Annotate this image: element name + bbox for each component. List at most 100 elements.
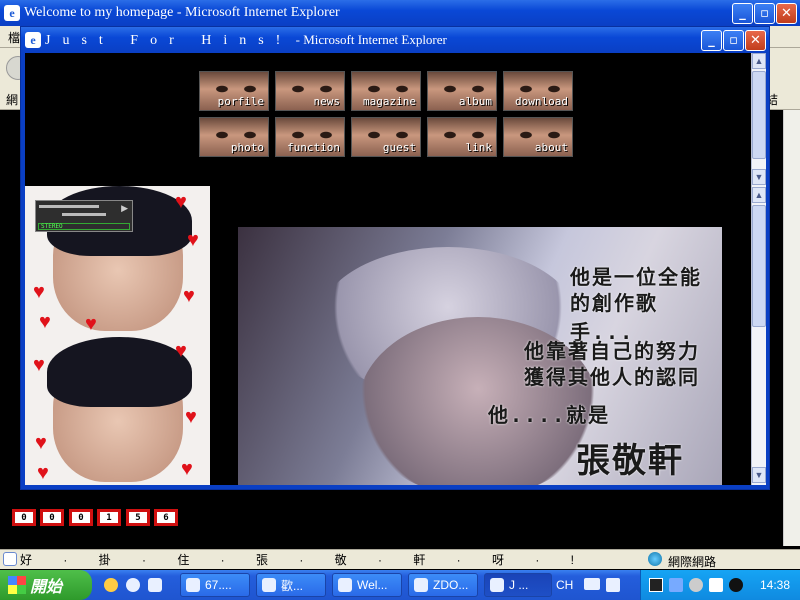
taskbar-item-label: 歡...	[281, 578, 304, 593]
windows-logo-icon	[8, 576, 26, 594]
clock[interactable]: 14:38	[760, 578, 790, 592]
outer-scrollbar[interactable]	[783, 110, 800, 546]
nav-function-button[interactable]: function	[275, 117, 345, 157]
counter-digit: 6	[154, 509, 178, 526]
popup-title-suffix: - Microsoft Internet Explorer	[292, 31, 447, 47]
scroll-down-button[interactable]: ▼	[752, 467, 766, 483]
taskbar-item-3[interactable]: Wel...	[332, 573, 402, 597]
taskbar-item-label: ZDO...	[433, 578, 469, 592]
keyboard-icon[interactable]	[584, 578, 600, 590]
counter-digit: 0	[40, 509, 64, 526]
address-label-stub: 網	[6, 93, 19, 107]
banner-name: 張敬軒	[576, 441, 684, 481]
popup-content: porfile news magazine album download pho…	[25, 53, 754, 485]
tray-icon[interactable]	[649, 578, 663, 592]
calendar-icon[interactable]	[709, 578, 723, 592]
quicklaunch-media-icon[interactable]	[104, 578, 118, 592]
player-stereo-label: STEREO	[38, 223, 130, 230]
hero-banner: 他是一位全能 的創作歌手... 他靠著自己的努力 獲得其他人的認同 他....就…	[238, 227, 722, 485]
nav-link-button[interactable]: link	[427, 117, 497, 157]
outer-window-title: Welcome to my homepage - Microsoft Inter…	[24, 5, 340, 20]
network-icon[interactable]	[669, 578, 683, 592]
taskbar-item-1[interactable]: 67....	[180, 573, 250, 597]
popup-scrollbar[interactable]: ▲ ▼ ▲ ▼	[751, 53, 766, 485]
language-indicator[interactable]: CH	[556, 578, 573, 592]
media-player[interactable]: ▶ STEREO	[35, 200, 133, 232]
banner-line-5: 他....就是	[488, 403, 611, 427]
scroll-thumb[interactable]	[752, 205, 766, 327]
heart-icon: ♥	[181, 458, 193, 480]
close-button[interactable]: ✕	[776, 3, 797, 24]
nav-photo-button[interactable]: photo	[199, 117, 269, 157]
nav-guest-button[interactable]: guest	[351, 117, 421, 157]
heart-icon: ♥	[33, 281, 45, 303]
taskbar-item-label: Wel...	[357, 578, 388, 592]
start-button[interactable]: 開始	[0, 570, 92, 600]
window-icon	[262, 578, 276, 592]
nav-album-button[interactable]: album	[427, 71, 497, 111]
menu-file-stub[interactable]: 檔	[8, 29, 20, 46]
heart-icon: ♥	[175, 191, 187, 213]
statusbar: 好 · 掛 · 住 · 張 · 敬 · 軒 · 呀 · ! 網際網路	[0, 549, 800, 569]
taskbar-item-5[interactable]: J ...	[484, 573, 552, 597]
photo-top: ♥ ♥ ♥ ♥ ♥ ♥ ▶ STEREO	[25, 186, 210, 337]
minimize-button[interactable]: _	[732, 3, 753, 24]
scroll-down-button[interactable]: ▼	[752, 169, 766, 185]
pen-icon[interactable]	[606, 578, 620, 592]
status-text: 好 · 掛 · 住 · 張 · 敬 · 軒 · 呀 · !	[20, 553, 588, 567]
popup-maximize-button[interactable]: ▫	[723, 30, 744, 51]
quicklaunch-desktop-icon[interactable]	[148, 578, 162, 592]
heart-icon: ♥	[85, 313, 97, 335]
counter-digit: 5	[126, 509, 150, 526]
system-tray: 14:38	[640, 570, 800, 600]
window-icon	[414, 578, 428, 592]
heart-icon: ♥	[185, 406, 197, 428]
popup-window: e Just For Hins! - Microsoft Internet Ex…	[20, 26, 770, 490]
counter-digit: 1	[97, 509, 121, 526]
popup-close-button[interactable]: ✕	[745, 30, 766, 51]
heart-icon: ♥	[187, 229, 199, 251]
volume-icon[interactable]	[689, 578, 703, 592]
nav-profile-button[interactable]: porfile	[199, 71, 269, 111]
popup-titlebar[interactable]: e Just For Hins! - Microsoft Internet Ex…	[21, 27, 769, 53]
scroll-up-button[interactable]: ▲	[752, 187, 766, 203]
banner-line-3: 他靠著自己的努力	[524, 339, 700, 363]
player-play-icon[interactable]: ▶	[121, 203, 128, 214]
taskbar-item-2[interactable]: 歡...	[256, 573, 326, 597]
counter-digit: 0	[12, 509, 36, 526]
heart-icon: ♥	[35, 432, 47, 454]
heart-icon: ♥	[37, 462, 49, 484]
zone-label: 網際網路	[668, 555, 717, 569]
taskbar-item-label: 67....	[205, 578, 232, 592]
nav-magazine-button[interactable]: magazine	[351, 71, 421, 111]
outer-window-titlebar[interactable]: e Welcome to my homepage - Microsoft Int…	[0, 0, 800, 26]
player-seek-bar[interactable]	[39, 205, 99, 208]
nav-news-button[interactable]: news	[275, 71, 345, 111]
ie-icon: e	[25, 32, 41, 48]
banner-line-1: 他是一位全能	[570, 265, 702, 289]
banner-line-4: 獲得其他人的認同	[524, 365, 700, 389]
quicklaunch-ie-icon[interactable]	[126, 578, 140, 592]
popup-title-main: Just For Hins!	[45, 32, 293, 48]
taskbar: 開始 67.... 歡... Wel... ZDO... J ... CH 14…	[0, 570, 800, 600]
taskbar-item-label: J ...	[509, 578, 529, 592]
window-icon	[338, 578, 352, 592]
heart-icon: ♥	[39, 311, 51, 333]
heart-icon: ♥	[175, 340, 187, 362]
heart-icon: ♥	[33, 354, 45, 376]
window-icon	[186, 578, 200, 592]
counter-digit: 0	[69, 509, 93, 526]
scroll-thumb[interactable]	[752, 71, 766, 159]
nav-download-button[interactable]: download	[503, 71, 573, 111]
heart-icon: ♥	[183, 285, 195, 307]
nav-about-button[interactable]: about	[503, 117, 573, 157]
popup-minimize-button[interactable]: _	[701, 30, 722, 51]
player-volume-bar[interactable]	[62, 213, 106, 216]
hair-image	[47, 337, 192, 407]
maximize-button[interactable]: ▫	[754, 3, 775, 24]
internet-zone-icon	[648, 552, 662, 566]
popup-title: Just For Hins! - Microsoft Internet Expl…	[45, 32, 447, 49]
scroll-up-button[interactable]: ▲	[752, 53, 766, 69]
speaker-icon[interactable]	[729, 578, 743, 592]
taskbar-item-4[interactable]: ZDO...	[408, 573, 478, 597]
